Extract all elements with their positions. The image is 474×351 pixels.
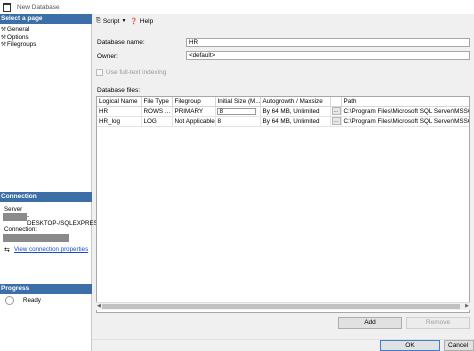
- table-row[interactable]: HR_log LOG Not Applicable 8 By 64 MB, Un…: [97, 116, 469, 127]
- autogrowth-cell: By 64 MB, Unlimited: [260, 116, 331, 127]
- view-connection-properties-link[interactable]: View connection properties: [14, 246, 88, 253]
- autogrowth-button-cell: ...: [330, 116, 342, 127]
- help-icon: ❓: [130, 18, 138, 25]
- ok-button[interactable]: OK: [380, 340, 440, 351]
- page-item-label: General: [7, 25, 30, 33]
- autogrowth-cell: By 64 MB, Unlimited: [260, 106, 331, 117]
- column-header[interactable]: [330, 97, 342, 107]
- scroll-right-icon[interactable]: ▶: [465, 303, 469, 309]
- initial-size-cell[interactable]: 8: [215, 116, 261, 127]
- path-cell[interactable]: C:\Program Files\Microsoft SQL Server\MS…: [341, 106, 469, 117]
- table-header-row: Logical Name File Type Filegroup Initial…: [97, 97, 469, 107]
- full-text-indexing-label: Use full-text indexing: [106, 69, 167, 76]
- full-text-indexing-row: Use full-text indexing: [96, 69, 166, 76]
- script-label: Script: [102, 17, 120, 25]
- connection-header: Connection: [0, 192, 92, 202]
- page-item-filegroups[interactable]: ⚒ Filegroups: [0, 40, 37, 48]
- autogrowth-ellipsis-button[interactable]: ...: [331, 107, 340, 115]
- scrollbar-thumb[interactable]: [102, 304, 460, 309]
- left-panel: Select a page ⚒ General ⚒ Options ⚒ File…: [0, 14, 98, 351]
- progress-status: Ready: [23, 297, 41, 304]
- logical-name-cell[interactable]: HR: [97, 106, 142, 117]
- column-header[interactable]: Logical Name: [97, 97, 142, 107]
- connection-properties-icon: ⇆: [4, 247, 10, 254]
- owner-input[interactable]: <default>: [186, 51, 470, 60]
- file-type-cell[interactable]: ROWS ...: [141, 106, 173, 117]
- connection-label: Connection:: [4, 226, 38, 233]
- page-item-general[interactable]: ⚒ General: [0, 25, 30, 33]
- autogrowth-button-cell: ...: [330, 106, 342, 117]
- remove-button[interactable]: Remove: [406, 317, 470, 329]
- filegroup-cell[interactable]: Not Applicable: [172, 116, 216, 127]
- full-text-indexing-checkbox[interactable]: [96, 69, 103, 76]
- page-item-label: Filegroups: [7, 40, 37, 48]
- wrench-icon: ⚒: [0, 26, 7, 33]
- script-button[interactable]: ⎘ Script ▼: [96, 18, 126, 25]
- table-row[interactable]: HR ROWS ... PRIMARY 8 By 64 MB, Unlimite…: [97, 106, 469, 117]
- add-button[interactable]: Add: [338, 317, 402, 329]
- owner-label: Owner:: [97, 53, 118, 60]
- chevron-down-icon: ▼: [121, 18, 127, 24]
- server-redacted-box: [3, 213, 27, 221]
- horizontal-scrollbar[interactable]: ◀ ▶: [96, 302, 470, 310]
- initial-size-input[interactable]: 8: [216, 107, 256, 115]
- filegroup-cell[interactable]: PRIMARY: [172, 106, 216, 117]
- toolbar: ⎘ Script ▼ ❓ Help: [92, 14, 474, 28]
- database-name-input[interactable]: HR: [186, 38, 470, 47]
- server-value: -DESKTOP-/SQLEXPRES: [27, 213, 98, 227]
- logical-name-cell[interactable]: HR_log: [97, 116, 142, 127]
- script-icon: ⎘: [96, 17, 101, 24]
- file-type-cell[interactable]: LOG: [141, 116, 173, 127]
- initial-size-cell: 8: [215, 106, 261, 117]
- database-files-label: Database files:: [97, 87, 140, 94]
- help-label: Help: [139, 17, 154, 25]
- column-header[interactable]: Path: [341, 97, 469, 107]
- wrench-icon: ⚒: [0, 41, 7, 48]
- scroll-left-icon[interactable]: ◀: [97, 303, 101, 309]
- help-button[interactable]: ❓ Help: [130, 18, 153, 25]
- database-name-label: Database name:: [97, 39, 145, 46]
- column-header[interactable]: Initial Size (M...: [215, 97, 261, 107]
- new-database-dialog: New Database Select a page ⚒ General ⚒ O…: [0, 0, 474, 351]
- progress-header: Progress: [0, 284, 92, 294]
- connection-redacted-box: [3, 234, 69, 242]
- select-page-header: Select a page: [0, 14, 92, 24]
- column-header[interactable]: Filegroup: [172, 97, 216, 107]
- progress-indicator-icon: [5, 296, 14, 305]
- server-label: Server: [4, 206, 23, 213]
- database-files-table: Logical Name File Type Filegroup Initial…: [97, 97, 469, 127]
- column-header[interactable]: File Type: [141, 97, 173, 107]
- autogrowth-ellipsis-button[interactable]: ...: [331, 117, 340, 125]
- title-bar: New Database: [0, 0, 474, 14]
- column-header[interactable]: Autogrowth / Maxsize: [260, 97, 331, 107]
- cancel-button[interactable]: Cancel: [444, 340, 474, 351]
- database-files-grid: Logical Name File Type Filegroup Initial…: [96, 96, 470, 313]
- path-cell[interactable]: C:\Program Files\Microsoft SQL Server\MS…: [341, 116, 469, 127]
- window-title: New Database: [17, 3, 60, 11]
- database-app-icon: [3, 2, 11, 12]
